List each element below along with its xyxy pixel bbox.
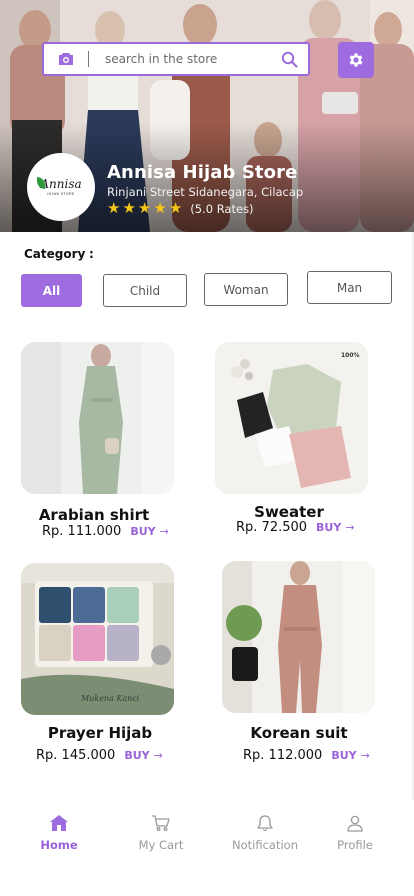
product-price: Rp. 145.000 — [36, 748, 116, 763]
star-icon: ★ — [107, 200, 121, 217]
buy-button[interactable]: BUY → — [124, 749, 163, 762]
nav-label: Profile — [337, 838, 373, 852]
product-name: Sweater — [254, 503, 324, 521]
category-chip-man[interactable]: Man — [307, 271, 392, 304]
buy-button[interactable]: BUY → — [130, 525, 169, 538]
product-price: Rp. 72.500 — [236, 520, 308, 535]
sweater-tag-text: 100% — [341, 352, 360, 359]
product-name: Arabian shirt — [38, 506, 150, 524]
user-icon — [347, 815, 363, 832]
product-price: Rp. 111.000 — [42, 524, 122, 539]
store-banner: Annisa HIJAB STORE Annisa Hijab Store Ri… — [0, 0, 414, 232]
home-icon — [50, 815, 68, 831]
product-image-prayer-hijab[interactable]: Mukena Kanci — [21, 563, 174, 715]
nav-my-cart[interactable]: My Cart — [111, 814, 211, 852]
buy-button[interactable]: BUY → — [331, 749, 370, 762]
buy-label: BUY — [331, 749, 357, 762]
product-price: Rp. 112.000 — [243, 748, 323, 763]
category-chip-all[interactable]: All — [21, 274, 82, 307]
star-icon: ★ — [137, 200, 152, 217]
star-icon: ★ — [122, 200, 136, 217]
product-image-arabian-shirt[interactable] — [21, 342, 174, 494]
arrow-right-icon: → — [345, 521, 355, 534]
camera-icon[interactable] — [44, 44, 88, 74]
buy-label: BUY — [316, 521, 342, 534]
star-icon: ★ — [168, 200, 183, 217]
arrow-right-icon: → — [159, 525, 169, 538]
logo-word: Annisa — [40, 177, 82, 191]
store-logo: Annisa HIJAB STORE — [27, 153, 95, 221]
star-icon: ★ — [153, 200, 167, 217]
product-price-row: Rp. 72.500 BUY → — [236, 520, 355, 535]
nav-notification[interactable]: Notification — [215, 814, 315, 852]
search-icon[interactable] — [270, 44, 308, 74]
nav-label: My Cart — [138, 838, 184, 852]
settings-button[interactable] — [338, 42, 374, 78]
product-image-sweater[interactable]: 100% — [215, 342, 368, 494]
buy-label: BUY — [124, 749, 150, 762]
product-name: Korean suit — [250, 724, 348, 742]
store-address: Rinjani Street Sidanegara, Cilacap — [107, 185, 304, 199]
bell-icon — [257, 815, 273, 832]
store-name: Annisa Hijab Store — [107, 162, 298, 183]
logo-subtitle: HIJAB STORE — [47, 192, 75, 196]
product-image-korean-suit[interactable] — [222, 561, 375, 713]
hijab-caption-text: Mukena Kanci — [80, 694, 140, 703]
store-rating: ★ ★ ★ ★ ★ (5.0 Rates) — [107, 201, 254, 216]
category-title: Category — [24, 247, 86, 261]
search-input[interactable] — [89, 44, 270, 74]
product-name: Prayer Hijab — [47, 724, 153, 742]
bottom-nav: Home My Cart Notification Profile — [0, 800, 414, 896]
nav-label: Home — [40, 838, 78, 852]
nav-profile[interactable]: Profile — [305, 814, 405, 852]
product-price-row: Rp. 145.000 BUY → — [36, 748, 163, 763]
nav-home[interactable]: Home — [9, 814, 109, 852]
search-bar — [42, 42, 310, 76]
arrow-right-icon: → — [360, 749, 370, 762]
buy-button[interactable]: BUY → — [316, 521, 355, 534]
product-price-row: Rp. 112.000 BUY → — [243, 748, 370, 763]
nav-label: Notification — [232, 838, 298, 852]
category-chip-child[interactable]: Child — [103, 274, 187, 307]
buy-label: BUY — [130, 525, 156, 538]
arrow-right-icon: → — [153, 749, 163, 762]
product-price-row: Rp. 111.000 BUY → — [42, 524, 169, 539]
category-colon: : — [89, 247, 94, 261]
category-chip-woman[interactable]: Woman — [204, 273, 288, 306]
cart-icon — [152, 815, 170, 832]
gear-icon — [349, 53, 363, 67]
rating-text: (5.0 Rates) — [190, 201, 254, 216]
